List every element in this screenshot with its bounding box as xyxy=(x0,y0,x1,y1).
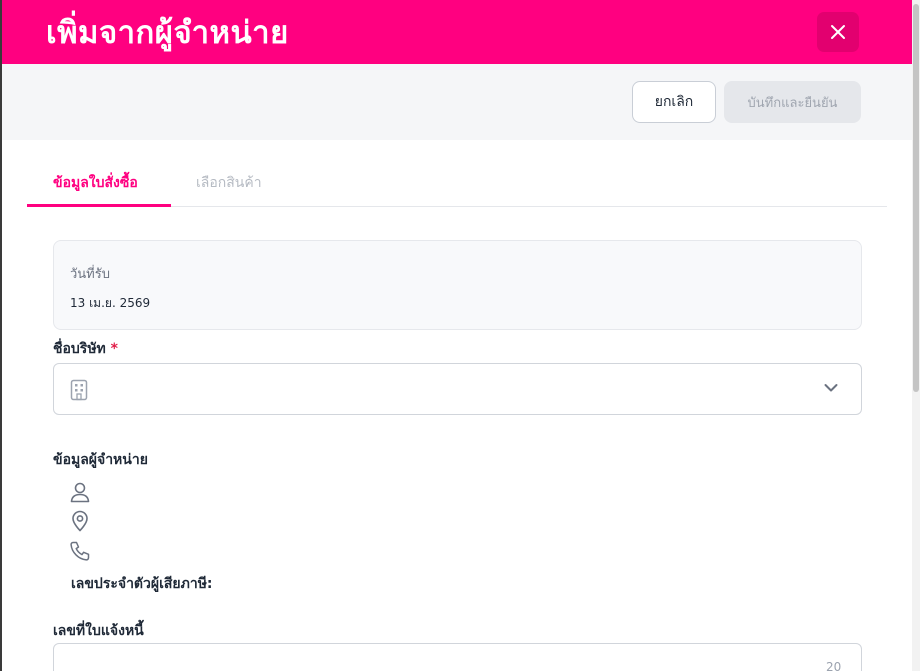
required-mark: * xyxy=(110,341,118,357)
tax-id-label: เลขประจำตัวผู้เสียภาษี: xyxy=(71,576,213,592)
receive-date-value: 13 เม.ย. 2569 xyxy=(70,296,151,310)
chevron-down-icon xyxy=(824,384,838,392)
save-confirm-button[interactable]: บันทึกและยืนยัน xyxy=(724,81,861,123)
map-pin-icon xyxy=(72,510,88,532)
building-icon xyxy=(70,379,88,401)
company-label-text: ชื่อบริษัท xyxy=(53,341,106,357)
company-label: ชื่อบริษัท * xyxy=(53,338,118,360)
vendor-info-label: ข้อมูลผู้จำหน่าย xyxy=(53,452,148,468)
cancel-button[interactable]: ยกเลิก xyxy=(632,81,716,123)
scrollbar-thumb[interactable] xyxy=(913,4,919,392)
tab-order-info[interactable]: ข้อมูลใบสั่งซื้อ xyxy=(53,172,138,194)
receive-date-label: วันที่รับ xyxy=(70,267,110,282)
invoice-number-input[interactable] xyxy=(53,643,862,671)
phone-icon xyxy=(70,541,90,561)
close-icon xyxy=(831,25,845,39)
close-button[interactable] xyxy=(817,12,859,52)
tab-select-products[interactable]: เลือกสินค้า xyxy=(196,172,262,194)
active-tab-indicator xyxy=(27,204,171,207)
modal-header: เพิ่มจากผู้จำหน่าย xyxy=(2,0,912,64)
user-icon xyxy=(70,482,90,503)
page-title: เพิ่มจากผู้จำหน่าย xyxy=(46,15,289,51)
invoice-char-counter: 20 xyxy=(826,660,842,671)
company-select[interactable] xyxy=(53,363,862,415)
receive-date-card: วันที่รับ 13 เม.ย. 2569 xyxy=(53,240,862,330)
invoice-label: เลขที่ใบแจ้งหนี้ xyxy=(53,623,144,639)
